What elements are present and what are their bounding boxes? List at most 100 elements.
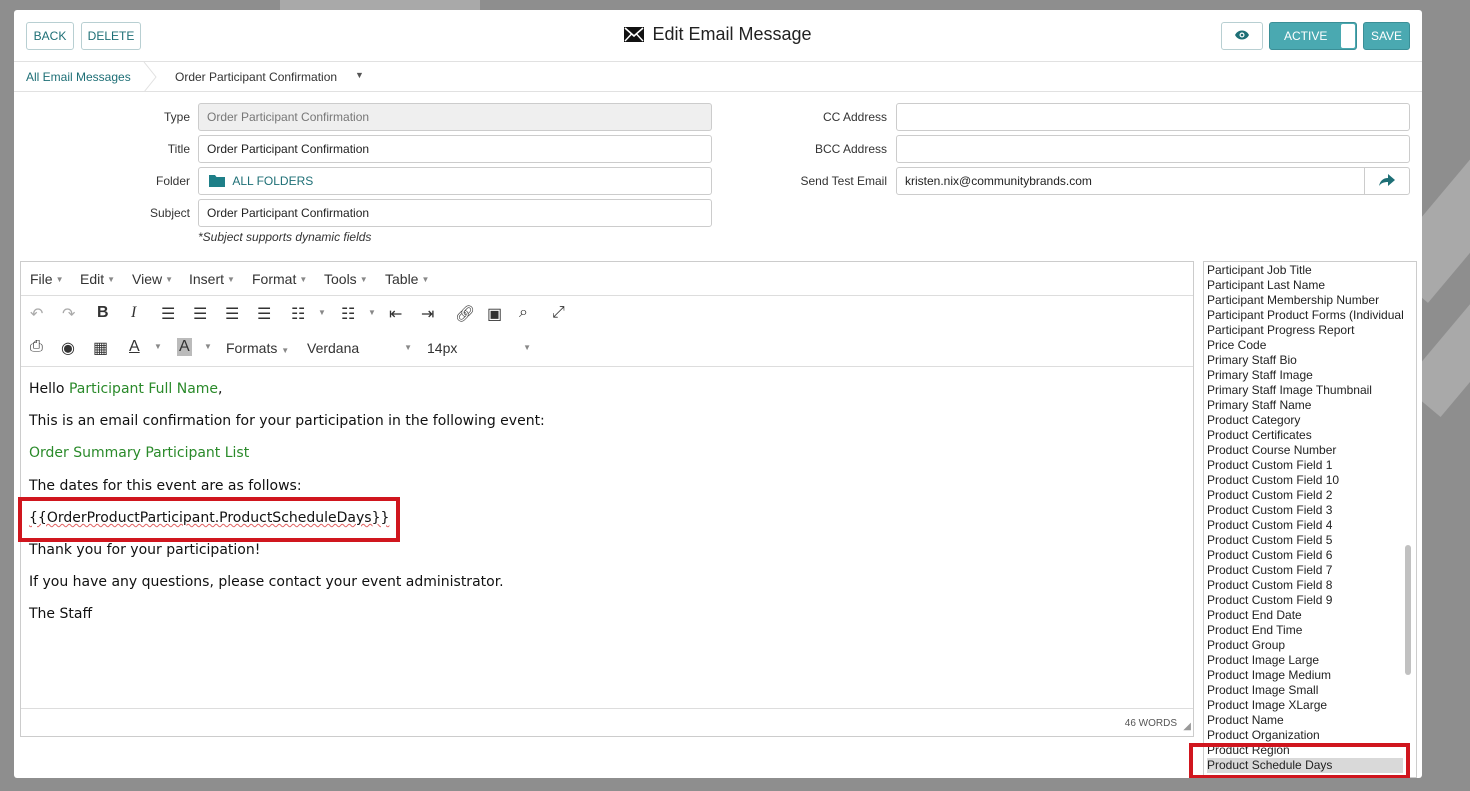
list-item[interactable]: Product End Date [1207, 608, 1403, 623]
chevron-down-icon[interactable]: ▼ [368, 308, 376, 317]
list-item[interactable]: Product Image XLarge [1207, 698, 1403, 713]
menu-insert-label: Insert [189, 271, 225, 287]
test-email-input[interactable]: kristen.nix@communitybrands.com [896, 167, 1365, 195]
send-test-button[interactable] [1364, 167, 1410, 195]
chevron-down-icon[interactable]: ▼ [318, 308, 326, 317]
list-item[interactable]: Product Custom Field 3 [1207, 503, 1403, 518]
breadcrumb: All Email Messages Order Participant Con… [14, 62, 1422, 92]
text-color-icon[interactable]: A [129, 338, 140, 356]
undo-icon[interactable]: ↶ [30, 304, 43, 324]
list-item[interactable]: Product Custom Field 8 [1207, 578, 1403, 593]
print-icon[interactable]: ⎙ [30, 338, 43, 356]
breadcrumb-separator [143, 62, 157, 92]
chevron-down-icon[interactable]: ▼ [355, 70, 364, 80]
outdent-icon[interactable]: ⇤ [389, 304, 402, 324]
media-icon[interactable]: ▦ [93, 338, 108, 358]
bold-icon[interactable]: B [97, 304, 109, 322]
menu-edit[interactable]: Edit ▼ [80, 271, 115, 287]
body-line: The dates for this event are as follows: [29, 478, 302, 494]
list-item[interactable]: Product Image Small [1207, 683, 1403, 698]
page-title-text: Edit Email Message [652, 24, 812, 44]
redo-icon[interactable]: ↷ [62, 304, 75, 324]
indent-icon[interactable]: ⇥ [421, 304, 434, 324]
breadcrumb-current[interactable]: Order Participant Confirmation [175, 70, 337, 84]
list-item[interactable]: Participant Progress Report [1207, 323, 1403, 338]
italic-icon[interactable]: I [131, 304, 136, 322]
list-item[interactable]: Product Custom Field 6 [1207, 548, 1403, 563]
list-item[interactable]: Product Name [1207, 713, 1403, 728]
find-replace-icon[interactable]: ⌕ [519, 304, 528, 322]
justify-icon[interactable]: ☰ [257, 304, 271, 324]
list-item[interactable]: Primary Staff Name [1207, 398, 1403, 413]
list-item[interactable]: Product Image Medium [1207, 668, 1403, 683]
bullet-list-icon[interactable]: ☷ [291, 304, 305, 324]
menu-table[interactable]: Table ▼ [385, 271, 429, 287]
list-item[interactable]: Primary Staff Bio [1207, 353, 1403, 368]
toggle-knob [1341, 24, 1355, 48]
menu-format-label: Format [252, 271, 297, 287]
list-item[interactable]: Product Organization [1207, 728, 1403, 743]
chevron-down-icon[interactable]: ▼ [204, 342, 212, 351]
menu-insert[interactable]: Insert ▼ [189, 271, 235, 287]
list-item[interactable]: Primary Staff Image Thumbnail [1207, 383, 1403, 398]
list-scrollbar[interactable] [1405, 545, 1411, 675]
list-item[interactable]: Product Course Number [1207, 443, 1403, 458]
link-icon[interactable]: 🔗︎ [455, 304, 475, 324]
type-label: Type [163, 110, 190, 124]
list-item[interactable]: Product Custom Field 10 [1207, 473, 1403, 488]
list-item[interactable]: Product Certificates [1207, 428, 1403, 443]
font-family-value: Verdana [307, 340, 360, 356]
menu-tools[interactable]: Tools ▼ [324, 271, 368, 287]
list-item[interactable]: Product Category [1207, 413, 1403, 428]
title-label: Title [167, 142, 190, 156]
image-icon[interactable]: ▣ [487, 304, 502, 324]
list-item[interactable]: Participant Membership Number [1207, 293, 1403, 308]
list-item[interactable]: Product Custom Field 4 [1207, 518, 1403, 533]
list-item[interactable]: Product Group [1207, 638, 1403, 653]
list-item[interactable]: Primary Staff Image [1207, 368, 1403, 383]
preview-icon[interactable]: ◉ [61, 338, 75, 358]
list-item[interactable]: Product Image Large [1207, 653, 1403, 668]
list-item[interactable]: Participant Job Title [1207, 263, 1403, 278]
list-item[interactable]: Price Code [1207, 338, 1403, 353]
formats-dropdown[interactable]: Formats ▼ [226, 340, 289, 356]
list-item[interactable]: Participant Product Forms (Individual) [1207, 308, 1403, 323]
chevron-down-icon[interactable]: ▼ [154, 342, 162, 351]
subject-label: Subject [149, 206, 190, 220]
list-item[interactable]: Product Custom Field 9 [1207, 593, 1403, 608]
align-left-icon[interactable]: ☰ [161, 304, 175, 324]
folder-selector[interactable]: ALL FOLDERS [198, 167, 712, 195]
list-item[interactable]: Product Custom Field 1 [1207, 458, 1403, 473]
preview-button[interactable] [1221, 22, 1263, 50]
numbered-list-icon[interactable]: ☷ [341, 304, 355, 324]
font-size-dropdown[interactable]: 14px ▼ [427, 340, 531, 356]
bcc-input[interactable] [896, 135, 1410, 163]
background-color-icon[interactable]: A [177, 338, 192, 356]
list-item[interactable]: Product End Time [1207, 623, 1403, 638]
active-toggle[interactable]: ACTIVE [1269, 22, 1357, 50]
cc-input[interactable] [896, 103, 1410, 131]
breadcrumb-parent-link[interactable]: All Email Messages [26, 70, 131, 84]
align-right-icon[interactable]: ☰ [225, 304, 239, 324]
dynamic-field-order-summary[interactable]: Order Summary Participant List [29, 445, 249, 461]
list-item[interactable]: Product Custom Field 2 [1207, 488, 1403, 503]
list-item[interactable]: Product Custom Field 7 [1207, 563, 1403, 578]
fullscreen-icon[interactable]: ⤢ [552, 304, 565, 322]
dynamic-field-participant-name[interactable]: Participant Full Name [69, 381, 218, 397]
dynamic-fields-list[interactable]: Participant Job Title Participant Last N… [1203, 261, 1417, 778]
list-item[interactable]: Participant Last Name [1207, 278, 1403, 293]
align-center-icon[interactable]: ☰ [193, 304, 207, 324]
eye-icon [1235, 30, 1249, 40]
save-button[interactable]: SAVE [1363, 22, 1410, 50]
list-item[interactable]: Product Custom Field 5 [1207, 533, 1403, 548]
font-family-dropdown[interactable]: Verdana ▼ [307, 340, 412, 356]
menu-view[interactable]: View ▼ [132, 271, 173, 287]
subject-input[interactable]: Order Participant Confirmation [198, 199, 712, 227]
folder-value: ALL FOLDERS [232, 174, 314, 188]
menu-edit-label: Edit [80, 271, 105, 287]
menu-format[interactable]: Format ▼ [252, 271, 307, 287]
subject-hint: *Subject supports dynamic fields [198, 230, 372, 244]
menu-file[interactable]: File ▼ [30, 271, 63, 287]
resize-handle-icon[interactable]: ◢ [1183, 721, 1191, 732]
title-input[interactable]: Order Participant Confirmation [198, 135, 712, 163]
